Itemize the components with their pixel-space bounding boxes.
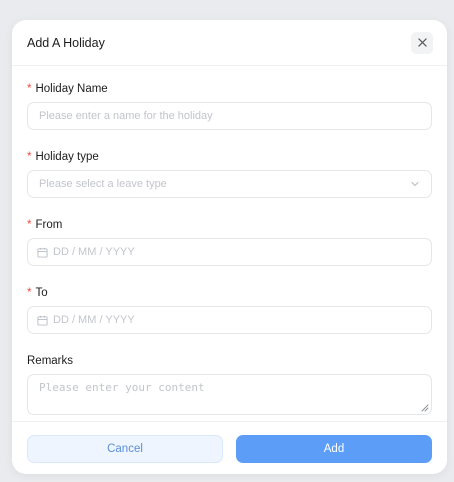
from-date-placeholder: DD / MM / YYYY bbox=[53, 246, 135, 258]
resize-handle-icon[interactable] bbox=[421, 404, 429, 412]
remarks-textarea[interactable]: Please enter your content bbox=[27, 374, 432, 415]
dialog-header: Add A Holiday bbox=[12, 20, 447, 66]
to-date-input[interactable]: DD / MM / YYYY bbox=[27, 306, 432, 334]
required-mark: * bbox=[27, 83, 32, 95]
holiday-name-input[interactable]: Please enter a name for the holiday bbox=[27, 102, 432, 130]
dialog-footer: Cancel Add bbox=[12, 421, 447, 474]
remarks-label: Remarks bbox=[27, 355, 74, 367]
from-label: * From bbox=[27, 218, 432, 232]
from-date-field: * From DD / MM / YYYY bbox=[27, 218, 432, 266]
holiday-name-field: * Holiday Name Please enter a name for th… bbox=[27, 82, 432, 130]
to-label: * To bbox=[27, 286, 432, 300]
calendar-icon bbox=[37, 315, 48, 326]
holiday-type-field: * Holiday type Please select a leave type bbox=[27, 150, 432, 198]
calendar-icon bbox=[37, 247, 48, 258]
from-date-input[interactable]: DD / MM / YYYY bbox=[27, 238, 432, 266]
holiday-form: * Holiday Name Please enter a name for th… bbox=[12, 66, 447, 415]
remarks-placeholder: Please enter your content bbox=[39, 381, 205, 394]
dialog-title: Add A Holiday bbox=[27, 35, 105, 50]
required-mark: * bbox=[27, 151, 32, 163]
holiday-name-label: * Holiday Name bbox=[27, 82, 432, 96]
add-holiday-dialog: Add A Holiday * Holiday Name Please enter… bbox=[12, 20, 447, 474]
required-mark: * bbox=[27, 219, 32, 231]
holiday-type-label-text: Holiday type bbox=[35, 151, 99, 163]
holiday-type-label: * Holiday type bbox=[27, 150, 432, 164]
cancel-button[interactable]: Cancel bbox=[27, 435, 223, 463]
close-button[interactable] bbox=[411, 31, 433, 54]
to-label-text: To bbox=[35, 287, 48, 299]
holiday-name-label-text: Holiday Name bbox=[35, 83, 108, 95]
remarks-field: Remarks Please enter your content bbox=[27, 354, 432, 415]
chevron-down-icon bbox=[411, 181, 419, 187]
holiday-name-placeholder: Please enter a name for the holiday bbox=[39, 110, 213, 122]
from-label-text: From bbox=[35, 219, 63, 231]
to-date-field: * To DD / MM / YYYY bbox=[27, 286, 432, 334]
add-button[interactable]: Add bbox=[236, 435, 432, 463]
required-mark: * bbox=[27, 287, 32, 299]
holiday-type-placeholder: Please select a leave type bbox=[39, 178, 167, 190]
close-icon bbox=[417, 38, 427, 47]
holiday-type-select[interactable]: Please select a leave type bbox=[27, 170, 432, 198]
to-date-placeholder: DD / MM / YYYY bbox=[53, 314, 135, 326]
